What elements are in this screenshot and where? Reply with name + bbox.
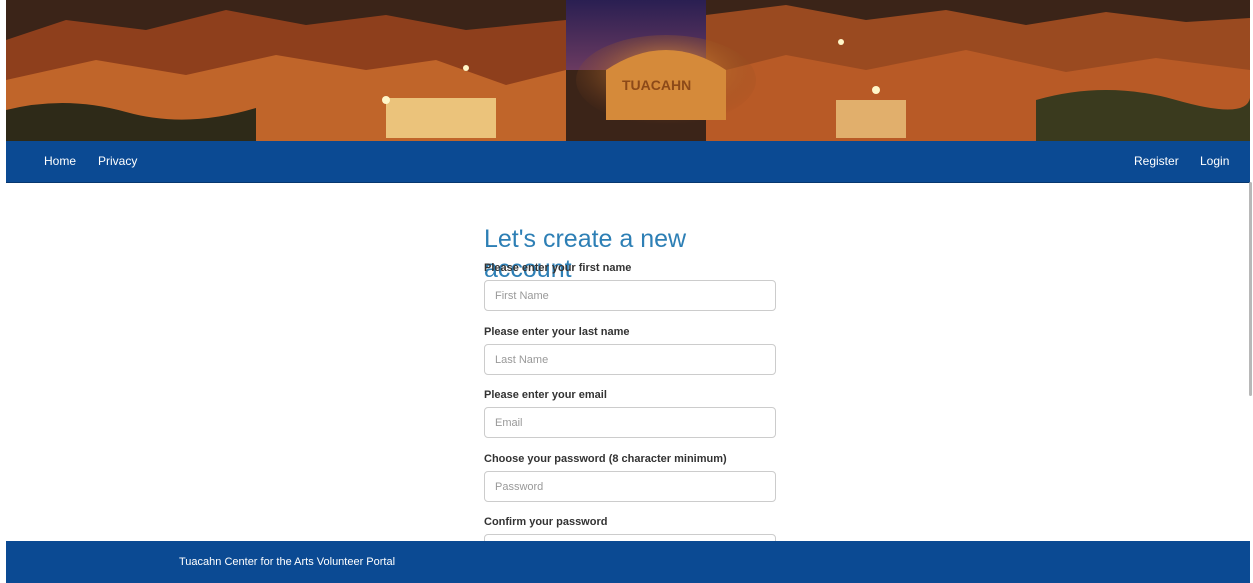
nav-login-link[interactable]: Login: [1200, 141, 1229, 182]
top-navbar: Home Privacy Register Login: [6, 141, 1250, 183]
password-input[interactable]: [484, 471, 776, 502]
nav-home-link[interactable]: Home: [44, 141, 76, 182]
banner-logo-lettering: TUACAHN: [622, 77, 691, 93]
page-footer: Tuacahn Center for the Arts Volunteer Po…: [6, 541, 1250, 583]
last-name-label: Please enter your last name: [484, 326, 630, 338]
last-name-input[interactable]: [484, 344, 776, 375]
nav-privacy-link[interactable]: Privacy: [98, 141, 137, 182]
footer-text: Tuacahn Center for the Arts Volunteer Po…: [179, 556, 396, 568]
page-title: Let's create a new account: [484, 225, 687, 283]
first-name-input[interactable]: [484, 280, 776, 311]
email-input[interactable]: [484, 407, 776, 438]
registration-form: Let's create a new account Please enter …: [484, 224, 776, 565]
confirm-password-label: Confirm your password: [484, 516, 608, 528]
page-scrollbar[interactable]: [1249, 182, 1252, 396]
header-banner-image: TUACAHN: [6, 0, 1250, 141]
password-label: Choose your password (8 character minimu…: [484, 453, 727, 465]
first-name-label: Please enter your first name: [484, 262, 632, 274]
email-label: Please enter your email: [484, 389, 607, 401]
nav-register-link[interactable]: Register: [1134, 141, 1179, 182]
canyon-amphitheater-illustration: TUACAHN: [6, 0, 1250, 141]
